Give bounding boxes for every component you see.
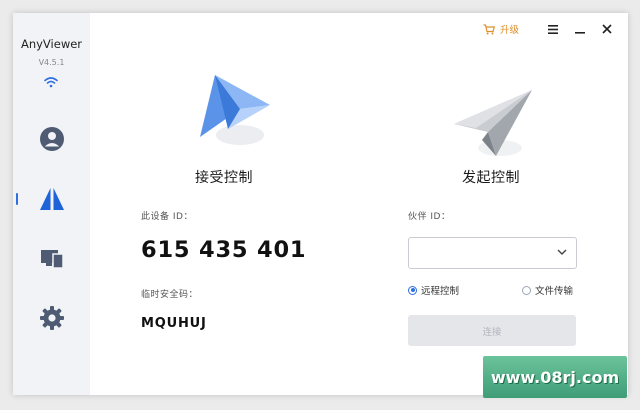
anyviewer-logo-icon: [40, 188, 64, 210]
temp-pass-value: MQUHUJ: [141, 316, 207, 331]
radio-remote-control[interactable]: 远程控制: [408, 283, 459, 297]
chevron-down-icon[interactable]: [557, 247, 567, 257]
sidebar-item-account[interactable]: [37, 124, 67, 154]
cart-icon: [483, 23, 495, 34]
paper-plane-gray-illustration: [454, 90, 532, 156]
gear-icon: [40, 306, 64, 330]
sidebar-item-settings[interactable]: [37, 303, 67, 333]
sidebar-item-connect[interactable]: [37, 184, 67, 214]
paper-plane-blue-illustration: [200, 75, 270, 145]
receive-control-title: 接受控制: [195, 170, 253, 186]
radio-checked-icon[interactable]: [408, 285, 417, 295]
connect-button[interactable]: 连接: [408, 315, 576, 346]
hamburger-icon: [548, 24, 558, 34]
radio-unchecked-icon[interactable]: [522, 285, 531, 295]
app-window: AnyViewer V4.5.1 升级 接受控制 此设备 ID： 615 435…: [13, 13, 628, 395]
app-name: AnyViewer: [20, 37, 83, 51]
devices-icon: [41, 250, 64, 269]
main-panel: 升级 接受控制 此设备 ID： 615 435 401 临时安全码： MQUHU…: [90, 13, 628, 395]
menu-button[interactable]: [545, 21, 561, 37]
wifi-icon: [44, 77, 58, 88]
upgrade-button[interactable]: 升级: [483, 21, 519, 37]
site-watermark: www.08rj.com: [483, 356, 627, 398]
initiate-control-title: 发起控制: [462, 170, 520, 186]
temp-pass-label: 临时安全码：: [141, 290, 199, 300]
minimize-icon: [575, 32, 585, 34]
user-icon: [40, 127, 64, 151]
upgrade-label: 升级: [500, 25, 520, 36]
device-id-value: 615 435 401: [141, 237, 307, 263]
radio-file-transfer[interactable]: 文件传输: [522, 283, 573, 297]
close-button[interactable]: [599, 21, 615, 37]
file-transfer-label: 文件传输: [535, 286, 574, 297]
app-version: V4.5.1: [38, 58, 65, 67]
close-icon: [602, 24, 612, 34]
active-indicator: [16, 193, 18, 205]
sidebar-item-devices[interactable]: [37, 243, 67, 273]
partner-id-label: 伙伴 ID：: [408, 212, 451, 222]
partner-id-dropdown[interactable]: [408, 237, 577, 269]
minimize-button[interactable]: [572, 21, 588, 37]
sidebar: AnyViewer V4.5.1: [13, 13, 90, 395]
device-id-label: 此设备 ID：: [141, 212, 193, 222]
remote-control-label: 远程控制: [421, 286, 460, 297]
